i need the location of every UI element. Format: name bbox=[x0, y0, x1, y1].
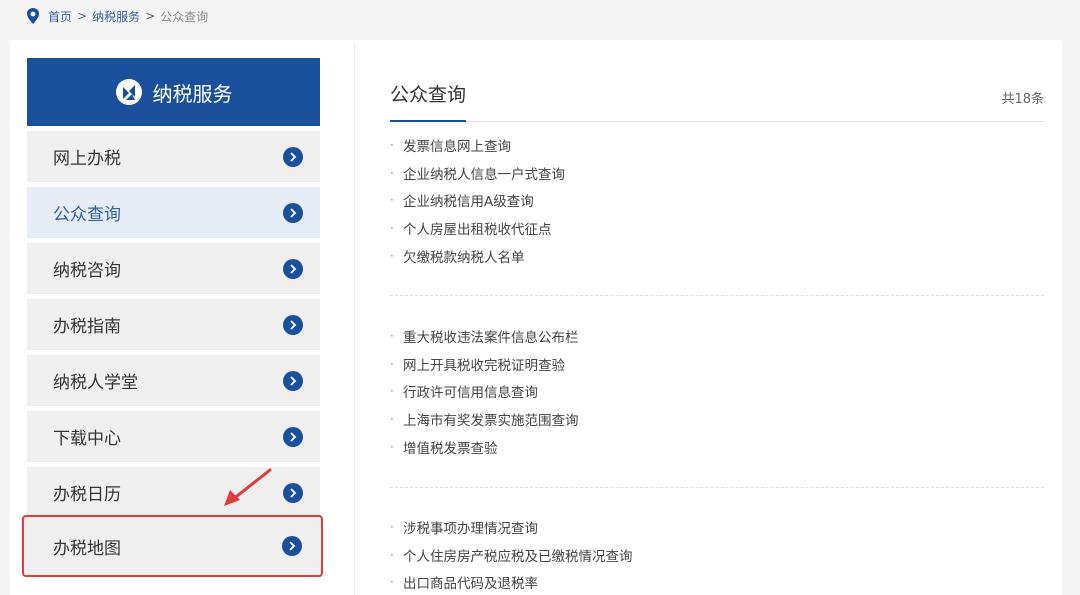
list-item[interactable]: · 涉税事项办理情况查询 bbox=[390, 513, 633, 541]
list-item-link[interactable]: 上海市有奖发票实施范围查询 bbox=[403, 409, 579, 429]
bullet: · bbox=[390, 165, 394, 180]
list-item-link[interactable]: 欠缴税款纳税人名单 bbox=[403, 246, 525, 266]
sidebar-item-tax-consult[interactable]: 纳税咨询 bbox=[27, 243, 320, 294]
bullet: · bbox=[390, 193, 394, 208]
list-item-link[interactable]: 个人房屋出租税收代征点 bbox=[403, 218, 552, 238]
list-item[interactable]: · 发票信息网上查询 bbox=[390, 131, 565, 159]
bullet: · bbox=[390, 137, 394, 152]
chevron-right-icon bbox=[283, 146, 303, 167]
bullet: · bbox=[390, 547, 394, 562]
list-item[interactable]: · 增值税发票查验 bbox=[390, 433, 579, 461]
list-item-link[interactable]: 企业纳税信用A级查询 bbox=[403, 190, 534, 210]
chevron-right-icon bbox=[283, 482, 303, 503]
bullet: · bbox=[390, 412, 394, 427]
list-item-link[interactable]: 发票信息网上查询 bbox=[403, 135, 511, 155]
sidebar-item-tax-calendar[interactable]: 办税日历 bbox=[27, 467, 320, 518]
bullet: · bbox=[390, 328, 394, 343]
sidebar-item-tax-map[interactable]: 办税地图 bbox=[22, 515, 323, 577]
item-count: 共18条 bbox=[1001, 92, 1044, 107]
group-divider bbox=[390, 295, 1044, 296]
query-list-group-2: · 重大税收违法案件信息公布栏 · 网上开具税收完税证明查验 · 行政许可信用信息查询… bbox=[390, 322, 579, 461]
breadcrumb-level1[interactable]: 纳税服务 bbox=[92, 8, 140, 25]
list-item-link[interactable]: 行政许可信用信息查询 bbox=[403, 381, 538, 401]
list-item-link[interactable]: 网上开具税收完税证明查验 bbox=[403, 354, 565, 374]
sidebar-item-download-center[interactable]: 下载中心 bbox=[27, 411, 320, 462]
location-pin-icon bbox=[27, 8, 39, 24]
vertical-divider bbox=[354, 44, 355, 595]
list-item-link[interactable]: 重大税收违法案件信息公布栏 bbox=[403, 326, 579, 346]
chevron-right-icon bbox=[283, 202, 303, 223]
list-item-link[interactable]: 出口商品代码及退税率 bbox=[403, 572, 538, 592]
sidebar-item-label: 下载中心 bbox=[53, 429, 121, 449]
breadcrumb-current: 公众查询 bbox=[160, 9, 209, 24]
sidebar-item-tax-guide[interactable]: 办税指南 bbox=[27, 299, 320, 350]
sidebar-item-label: 网上办税 bbox=[53, 149, 121, 169]
sidebar-header: 纳税服务 bbox=[27, 58, 320, 126]
annotation-arrow-icon bbox=[224, 468, 272, 506]
breadcrumb-separator: > bbox=[77, 9, 88, 23]
list-item[interactable]: · 上海市有奖发票实施范围查询 bbox=[390, 405, 579, 433]
sidebar-item-label: 纳税人学堂 bbox=[53, 373, 138, 393]
chevron-right-icon bbox=[283, 426, 303, 447]
bullet: · bbox=[390, 221, 394, 236]
breadcrumb-home[interactable]: 首页 bbox=[48, 8, 72, 25]
chevron-right-icon bbox=[283, 370, 303, 391]
tax-service-logo-icon bbox=[115, 79, 142, 105]
bullet: · bbox=[390, 356, 394, 371]
query-list-group-1: · 发票信息网上查询 · 企业纳税人信息一户式查询 · 企业纳税信用A级查询 · 个人房… bbox=[390, 131, 565, 270]
bullet: · bbox=[390, 384, 394, 399]
page-title: 公众查询 bbox=[390, 84, 467, 106]
list-item-link[interactable]: 涉税事项办理情况查询 bbox=[403, 517, 538, 537]
group-divider bbox=[390, 487, 1044, 488]
sidebar-item-online-tax[interactable]: 网上办税 bbox=[27, 131, 320, 182]
sidebar-item-label: 办税地图 bbox=[53, 538, 121, 559]
chevron-right-icon bbox=[282, 536, 302, 556]
sidebar-item-label: 公众查询 bbox=[53, 205, 121, 225]
list-item-link[interactable]: 增值税发票查验 bbox=[403, 437, 498, 457]
bullet: · bbox=[390, 249, 394, 264]
list-item[interactable]: · 个人住房房产税应税及已缴税情况查询 bbox=[390, 541, 633, 569]
list-item-link[interactable]: 个人住房房产税应税及已缴税情况查询 bbox=[403, 545, 633, 565]
sidebar-item-label: 办税日历 bbox=[53, 485, 121, 505]
sidebar-title: 纳税服务 bbox=[152, 81, 233, 106]
list-item[interactable]: · 重大税收违法案件信息公布栏 bbox=[390, 322, 579, 350]
list-item-link[interactable]: 企业纳税人信息一户式查询 bbox=[403, 163, 565, 183]
list-item[interactable]: · 出口商品代码及退税率 bbox=[390, 569, 633, 595]
sidebar-item-public-query[interactable]: 公众查询 bbox=[27, 187, 320, 238]
bullet: · bbox=[390, 575, 394, 590]
list-item[interactable]: · 网上开具税收完税证明查验 bbox=[390, 350, 579, 378]
breadcrumb-separator: > bbox=[145, 9, 156, 23]
sidebar-item-label: 纳税咨询 bbox=[53, 261, 121, 281]
title-underline bbox=[390, 120, 466, 122]
breadcrumb: 首页 > 纳税服务 > 公众查询 bbox=[26, 7, 208, 25]
sidebar-item-label: 办税指南 bbox=[53, 317, 121, 337]
list-item[interactable]: · 行政许可信用信息查询 bbox=[390, 378, 579, 406]
list-item[interactable]: · 企业纳税人信息一户式查询 bbox=[390, 159, 565, 187]
bullet: · bbox=[390, 519, 394, 534]
title-rule bbox=[466, 121, 1044, 122]
list-item[interactable]: · 企业纳税信用A级查询 bbox=[390, 187, 565, 215]
bullet: · bbox=[390, 440, 394, 455]
list-item[interactable]: · 个人房屋出租税收代征点 bbox=[390, 214, 565, 242]
sidebar-item-taxpayer-school[interactable]: 纳税人学堂 bbox=[27, 355, 320, 406]
chevron-right-icon bbox=[283, 258, 303, 279]
list-item[interactable]: · 欠缴税款纳税人名单 bbox=[390, 242, 565, 270]
chevron-right-icon bbox=[283, 314, 303, 335]
query-list-group-3: · 涉税事项办理情况查询 · 个人住房房产税应税及已缴税情况查询 · 出口商品代码及退… bbox=[390, 513, 633, 595]
